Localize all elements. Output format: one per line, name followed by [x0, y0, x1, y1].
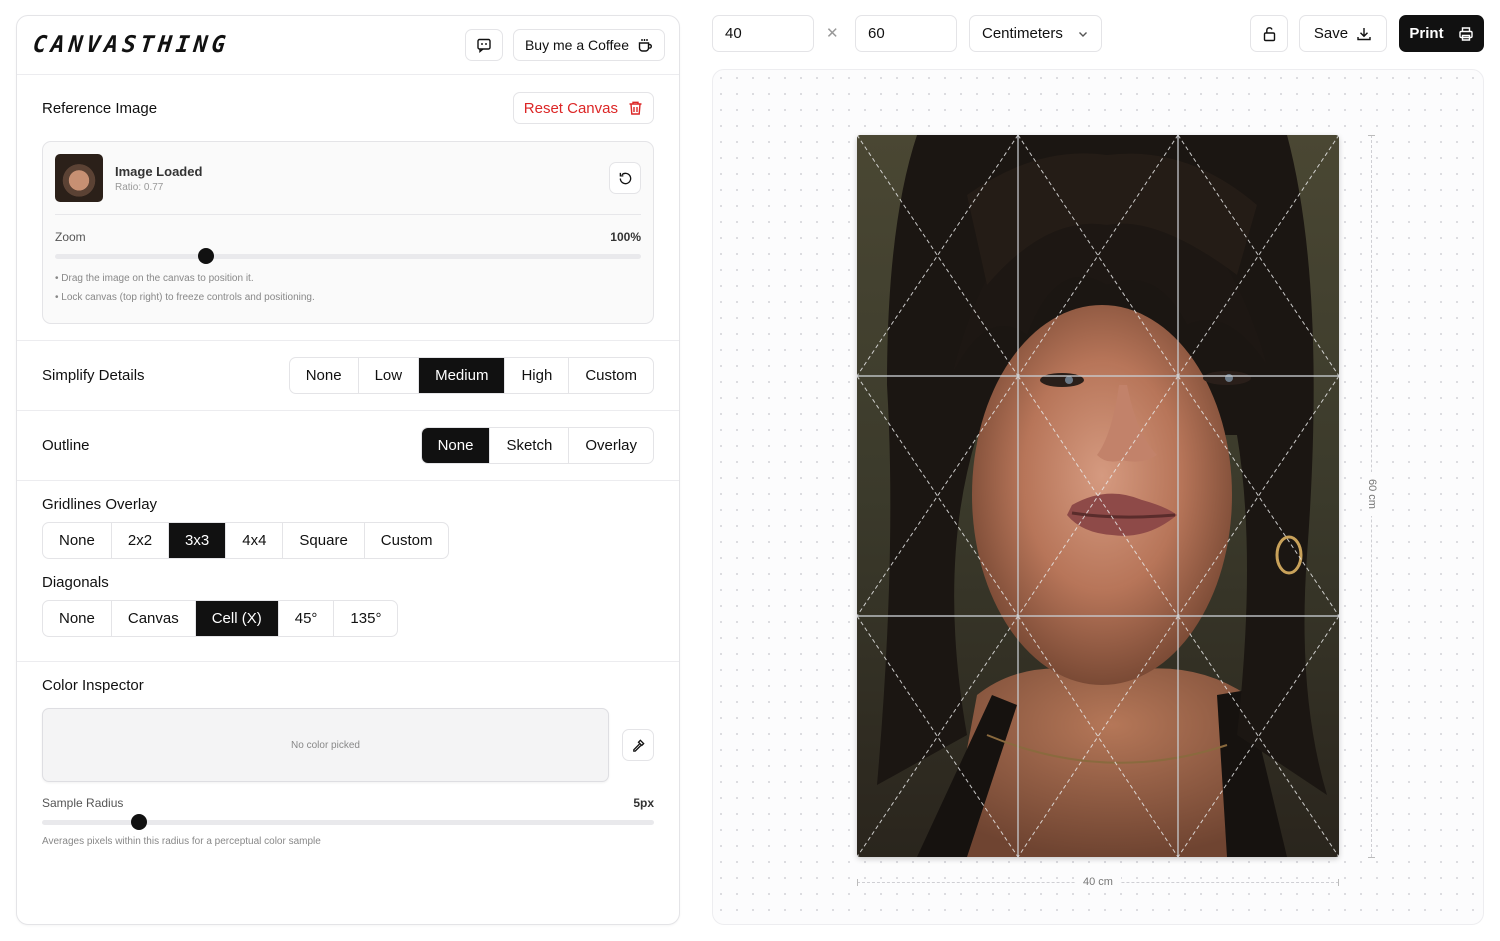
unit-select-value: Centimeters — [982, 25, 1063, 42]
hint-lock: • Lock canvas (top right) to freeze cont… — [55, 292, 315, 303]
width-dimension-label: 40 cm — [1075, 876, 1121, 888]
height-dimension-label: 60 cm — [1366, 472, 1378, 516]
pipette-icon — [631, 738, 646, 753]
zoom-slider-track — [55, 254, 641, 259]
diagonals-label: Diagonals — [42, 574, 109, 591]
chevron-down-icon — [1077, 28, 1089, 40]
canvas-toolbar: 40 ✕ 60 Centimeters Save Print — [712, 15, 1484, 52]
reference-image-section: Reference Image Reset Canvas Image Loade… — [17, 75, 679, 341]
outline-options: None Sketch Overlay — [420, 427, 654, 464]
simplify-options: None Low Medium High Custom — [288, 357, 654, 394]
simplify-option[interactable]: High — [505, 358, 570, 393]
reference-image-title: Reference Image — [42, 99, 158, 117]
gridlines-option[interactable]: Square — [283, 523, 365, 558]
outline-label: Outline — [42, 437, 90, 454]
simplify-section: Simplify Details None Low Medium High Cu… — [17, 341, 679, 411]
coffee-icon — [637, 37, 653, 53]
gridlines-option[interactable]: 2x2 — [112, 523, 170, 558]
simplify-option[interactable]: Medium — [419, 358, 506, 393]
color-swatch: No color picked — [42, 708, 609, 782]
width-dimension-tick — [857, 879, 858, 886]
diagonals-option[interactable]: None — [43, 601, 112, 636]
message-square-icon — [476, 37, 492, 53]
zoom-slider-thumb[interactable] — [197, 248, 214, 264]
rotate-ccw-icon — [618, 171, 633, 186]
width-dimension-tick — [1338, 879, 1339, 886]
zoom-label: Zoom — [55, 230, 86, 244]
sample-radius-label: Sample Radius — [42, 796, 124, 810]
print-label: Print — [1409, 25, 1444, 42]
zoom-value: 100% — [610, 230, 641, 244]
zoom-slider[interactable] — [55, 248, 641, 264]
height-dimension-tick — [1368, 135, 1375, 136]
buy-coffee-label: Buy me a Coffee — [524, 37, 629, 53]
color-inspector-section: Color Inspector No color picked Sample R… — [17, 662, 679, 847]
color-inspector-label: Color Inspector — [42, 677, 144, 694]
printer-icon — [1458, 26, 1474, 42]
reset-image-button[interactable] — [609, 162, 641, 194]
eyedropper-button[interactable] — [622, 729, 654, 761]
feedback-button[interactable] — [464, 29, 503, 61]
simplify-option[interactable]: Custom — [569, 358, 653, 393]
reference-card: Image Loaded Ratio: 0.77 Zoom 100% • Dra… — [42, 141, 654, 324]
image-status: Image Loaded — [115, 163, 203, 179]
buy-coffee-button[interactable]: Buy me a Coffee — [512, 29, 665, 61]
sample-radius-note: Averages pixels within this radius for a… — [42, 836, 321, 847]
gridlines-option[interactable]: Custom — [365, 523, 449, 558]
height-input[interactable]: 60 — [855, 15, 957, 52]
reference-thumbnail — [55, 154, 103, 202]
width-input[interactable]: 40 — [712, 15, 814, 52]
image-ratio: Ratio: 0.77 — [115, 181, 164, 193]
simplify-label: Simplify Details — [42, 367, 145, 384]
gridlines-section: Gridlines Overlay None 2x2 3x3 4x4 Squar… — [17, 481, 679, 662]
gridlines-option[interactable]: None — [43, 523, 112, 558]
hint-drag: • Drag the image on the canvas to positi… — [55, 273, 254, 284]
sample-radius-thumb[interactable] — [131, 814, 148, 830]
outline-option[interactable]: None — [421, 428, 491, 463]
diagonals-option[interactable]: Canvas — [112, 601, 196, 636]
download-icon — [1356, 26, 1372, 42]
canvas-artwork[interactable] — [857, 135, 1339, 857]
unit-select[interactable]: Centimeters — [969, 15, 1102, 52]
sample-radius-slider[interactable] — [42, 814, 654, 830]
save-button[interactable]: Save — [1299, 15, 1387, 52]
gridlines-option[interactable]: 3x3 — [169, 523, 227, 558]
unlock-icon — [1262, 26, 1277, 42]
gridlines-option[interactable]: 4x4 — [226, 523, 284, 558]
diagonals-option[interactable]: 45° — [279, 601, 335, 636]
simplify-option[interactable]: None — [290, 358, 359, 393]
outline-option[interactable]: Overlay — [569, 428, 653, 463]
outline-section: Outline None Sketch Overlay — [17, 411, 679, 481]
lock-canvas-button[interactable] — [1250, 15, 1288, 52]
reset-canvas-button[interactable]: Reset Canvas — [512, 92, 654, 124]
app-logo: CANVASTHING — [31, 32, 231, 58]
panel-header: CANVASTHING Buy me a Coffee — [17, 16, 679, 75]
diagonals-option[interactable]: Cell (X) — [195, 601, 279, 636]
times-icon: ✕ — [826, 25, 839, 42]
gridlines-options: None 2x2 3x3 4x4 Square Custom — [42, 522, 450, 559]
reset-canvas-label: Reset Canvas — [523, 99, 618, 117]
portrait-image — [857, 135, 1339, 857]
sample-radius-value: 5px — [633, 796, 654, 810]
diagonals-option[interactable]: 135° — [334, 601, 397, 636]
control-panel: CANVASTHING Buy me a Coffee Reference Im… — [16, 15, 680, 925]
save-label: Save — [1313, 25, 1349, 42]
simplify-option[interactable]: Low — [359, 358, 420, 393]
print-button[interactable]: Print — [1399, 15, 1484, 52]
trash-icon — [628, 100, 643, 116]
outline-option[interactable]: Sketch — [490, 428, 570, 463]
no-color-text: No color picked — [291, 739, 360, 751]
height-dimension-tick — [1368, 857, 1375, 858]
gridlines-label: Gridlines Overlay — [42, 496, 158, 513]
diagonals-options: None Canvas Cell (X) 45° 135° — [42, 600, 399, 637]
